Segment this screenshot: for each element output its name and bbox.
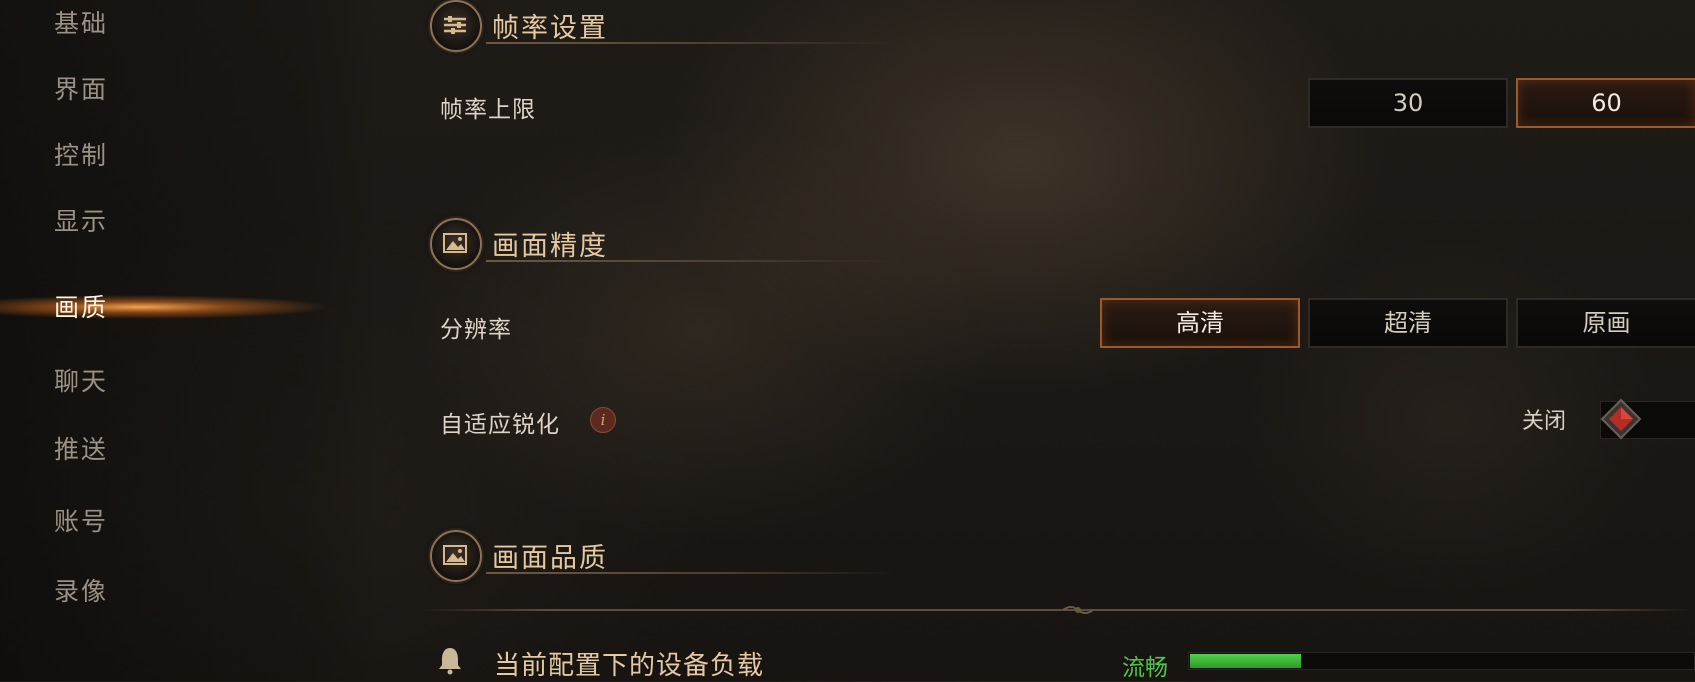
section-underline — [486, 42, 896, 44]
adaptive-sharpen-label: 自适应锐化 — [440, 412, 560, 438]
picture-icon — [430, 218, 482, 270]
sidebar-item-display[interactable]: 显示 — [54, 202, 354, 242]
toggle-knob-icon[interactable] — [1600, 398, 1642, 440]
resolution-hd-button[interactable]: 高清 — [1100, 298, 1300, 348]
section-title: 画面精度 — [492, 231, 608, 262]
resolution-label: 分辨率 — [440, 317, 512, 343]
section-title: 帧率设置 — [492, 13, 608, 44]
picture-icon — [430, 530, 482, 582]
sharpen-state-label: 关闭 — [1522, 409, 1567, 434]
settings-sidebar: 基础 界面 控制 显示 画质 聊天 推送 账号 录像 — [0, 0, 380, 681]
sidebar-item-interface[interactable]: 界面 — [54, 70, 354, 110]
frame-cap-label: 帧率上限 — [440, 97, 536, 123]
sidebar-item-account[interactable]: 账号 — [54, 502, 354, 542]
divider-ornament-icon — [1063, 606, 1093, 614]
resolution-original-button[interactable]: 原画 — [1516, 298, 1695, 348]
sidebar-item-basic[interactable]: 基础 — [54, 4, 354, 44]
sidebar-item-chat[interactable]: 聊天 — [54, 362, 354, 402]
sidebar-item-controls[interactable]: 控制 — [54, 136, 354, 176]
sliders-icon — [430, 0, 482, 52]
device-load-fill — [1190, 654, 1301, 668]
sidebar-item-replay[interactable]: 录像 — [54, 572, 354, 612]
device-load-status: 流畅 — [1122, 655, 1168, 681]
device-load-label: 当前配置下的设备负载 — [494, 651, 765, 681]
info-icon[interactable]: i — [590, 407, 616, 433]
sidebar-item-push[interactable]: 推送 — [54, 430, 354, 470]
section-underline — [486, 572, 896, 574]
fps-30-button[interactable]: 30 — [1308, 78, 1508, 128]
bell-icon — [439, 648, 461, 675]
footer-divider — [420, 609, 1695, 611]
device-load-bar — [1188, 652, 1695, 670]
section-underline — [486, 260, 896, 262]
sidebar-item-graphics[interactable]: 画质 — [54, 288, 354, 328]
resolution-uhd-button[interactable]: 超清 — [1308, 298, 1508, 348]
section-title: 画面品质 — [492, 543, 608, 574]
fps-60-button[interactable]: 60 — [1516, 78, 1695, 128]
